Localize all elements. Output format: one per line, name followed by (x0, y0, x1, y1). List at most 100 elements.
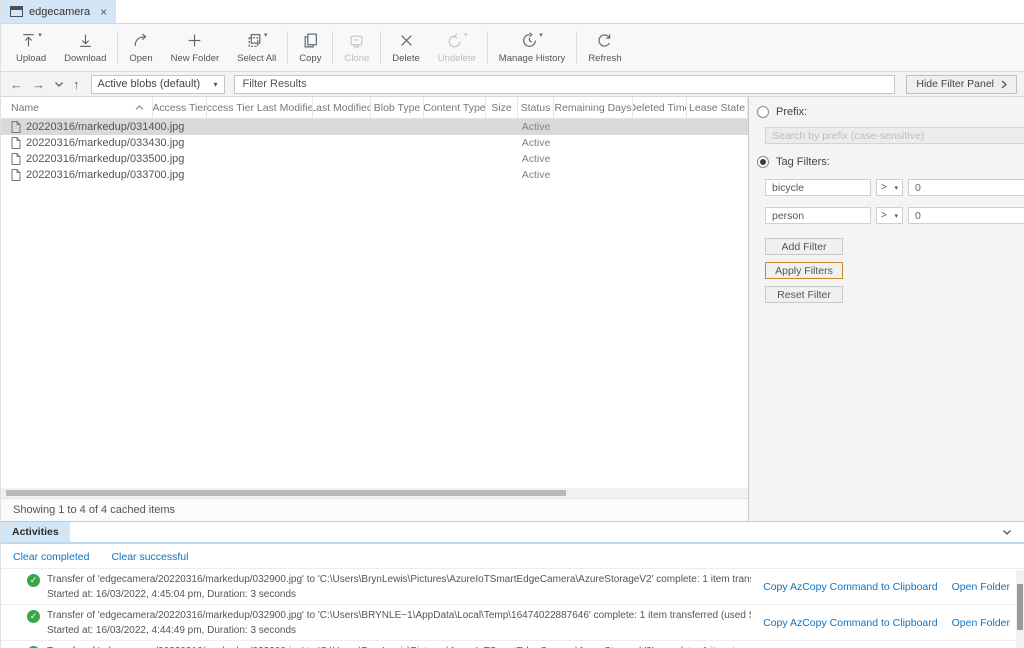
add-filter-button[interactable]: Add Filter (765, 238, 843, 255)
tag-value-input[interactable] (908, 179, 1024, 196)
toolbar-separator (576, 31, 577, 64)
copy-button[interactable]: Copy (290, 24, 330, 71)
open-folder-link[interactable]: Open Folder (952, 617, 1010, 629)
clone-label: Clone (344, 53, 369, 64)
horizontal-scrollbar[interactable] (1, 488, 748, 498)
tab-close-icon[interactable]: × (100, 5, 107, 19)
column-header-remaining-days[interactable]: Remaining Days (554, 97, 633, 118)
chevron-down-icon: ▾ (894, 184, 898, 192)
horizontal-scrollbar-thumb[interactable] (6, 490, 566, 496)
reset-filter-button[interactable]: Reset Filter (765, 286, 843, 303)
hide-filter-panel-label: Hide Filter Panel (916, 78, 994, 90)
table-row[interactable]: 20220316/markedup/031400.jpg Active (1, 119, 748, 135)
open-icon (132, 32, 149, 49)
column-header-last-modified[interactable]: Last Modified (313, 97, 371, 118)
forward-icon[interactable]: → (30, 78, 47, 91)
column-header-status[interactable]: Status (518, 97, 554, 118)
column-header-access-tier[interactable]: Access Tier (153, 97, 207, 118)
clear-completed-link[interactable]: Clear completed (13, 551, 89, 563)
column-header-content-type[interactable]: Content Type (424, 97, 486, 118)
dropdown-caret-icon: ▾ (38, 32, 42, 40)
copy-label: Copy (299, 53, 321, 64)
tag-filters-radio[interactable] (757, 156, 769, 168)
new-folder-button[interactable]: New Folder (162, 24, 229, 71)
open-folder-link[interactable]: Open Folder (952, 581, 1010, 593)
blob-status: Active (518, 137, 554, 149)
tab-title: edgecamera (29, 6, 90, 18)
up-icon[interactable]: ↑ (71, 78, 82, 91)
vertical-scrollbar-thumb[interactable] (1017, 584, 1023, 630)
upload-label: Upload (16, 53, 46, 64)
new-folder-label: New Folder (171, 53, 220, 64)
blob-list-panel: Name Access Tier Access Tier Last Modifi… (1, 97, 749, 521)
undelete-icon (446, 32, 463, 49)
vertical-scrollbar[interactable] (1016, 570, 1024, 648)
column-header-name[interactable]: Name (1, 97, 153, 118)
blob-name: 20220316/markedup/033700.jpg (26, 169, 184, 181)
toolbar-separator (332, 31, 333, 64)
dropdown-caret-icon: ▾ (264, 32, 268, 40)
refresh-button[interactable]: Refresh (579, 24, 630, 71)
tag-operator-dropdown[interactable]: > ▾ (876, 207, 903, 224)
column-header-deleted-time[interactable]: Deleted Time (633, 97, 687, 118)
tab-activities[interactable]: Activities (1, 522, 70, 542)
blob-view-dropdown[interactable]: Active blobs (default) ▾ (91, 75, 225, 94)
clear-successful-link[interactable]: Clear successful (111, 551, 188, 563)
delete-button[interactable]: Delete (383, 24, 428, 71)
activities-panel: Activities Clear completed Clear success… (1, 521, 1024, 648)
undelete-label: Undelete (438, 53, 476, 64)
success-check-icon: ✓ (27, 610, 40, 623)
hide-filter-panel-button[interactable]: Hide Filter Panel (906, 75, 1017, 94)
clone-icon (348, 32, 365, 49)
tag-filter-row: > ▾ (765, 207, 1024, 224)
activity-item: ✓ Transfer of 'edgecamera/20220316/marke… (1, 640, 1024, 648)
apply-filters-button[interactable]: Apply Filters (765, 262, 843, 279)
open-button[interactable]: Open (120, 24, 161, 71)
column-header-access-tier-last-modified[interactable]: Access Tier Last Modified (207, 97, 313, 118)
activity-started-at: Started at: 16/03/2022, 4:45:04 pm, Dura… (47, 589, 751, 600)
delete-icon (398, 32, 415, 49)
copy-icon (302, 32, 319, 49)
table-row[interactable]: 20220316/markedup/033430.jpg Active (1, 135, 748, 151)
tag-filters-label: Tag Filters: (776, 156, 830, 168)
column-header-blob-type[interactable]: Blob Type (371, 97, 424, 118)
storage-explorer-window: edgecamera × ▾ Upload Download Open New … (0, 0, 1024, 648)
file-icon (11, 153, 21, 165)
copy-azcopy-command-link[interactable]: Copy AzCopy Command to Clipboard (763, 617, 938, 629)
tag-name-input[interactable] (765, 207, 871, 224)
select-all-icon (246, 32, 263, 49)
table-header-row: Name Access Tier Access Tier Last Modifi… (1, 97, 748, 119)
filter-results-input[interactable] (234, 75, 896, 94)
toolbar-separator (117, 31, 118, 64)
download-button[interactable]: Download (55, 24, 115, 71)
tag-name-input[interactable] (765, 179, 871, 196)
tag-operator-value: > (881, 182, 887, 193)
refresh-icon (596, 32, 613, 49)
back-icon[interactable]: ← (8, 78, 25, 91)
filter-panel: Prefix: Tag Filters: > ▾ > ▾ (749, 97, 1024, 521)
toolbar-separator (287, 31, 288, 64)
table-row[interactable]: 20220316/markedup/033700.jpg Active (1, 167, 748, 183)
download-label: Download (64, 53, 106, 64)
table-body: 20220316/markedup/031400.jpg Active 2022… (1, 119, 748, 488)
manage-history-label: Manage History (499, 53, 566, 64)
undelete-button: ▾ Undelete (429, 24, 485, 71)
prefix-label: Prefix: (776, 106, 807, 118)
collapse-activities-icon[interactable] (990, 522, 1024, 542)
copy-azcopy-command-link[interactable]: Copy AzCopy Command to Clipboard (763, 581, 938, 593)
chevron-down-icon: ▾ (213, 80, 217, 89)
prefix-radio[interactable] (757, 106, 769, 118)
blob-status: Active (518, 121, 554, 133)
manage-history-icon (521, 32, 538, 49)
tag-value-input[interactable] (908, 207, 1024, 224)
select-all-button[interactable]: ▾ Select All (228, 24, 285, 71)
column-header-lease-state[interactable]: Lease State (687, 97, 748, 118)
tab-edgecamera[interactable]: edgecamera × (1, 0, 116, 23)
column-header-size[interactable]: Size (486, 97, 518, 118)
success-check-icon: ✓ (27, 574, 40, 587)
manage-history-button[interactable]: ▾ Manage History (490, 24, 575, 71)
upload-button[interactable]: ▾ Upload (7, 24, 55, 71)
tag-operator-dropdown[interactable]: > ▾ (876, 179, 903, 196)
chevron-down-icon[interactable] (52, 81, 66, 88)
table-row[interactable]: 20220316/markedup/033500.jpg Active (1, 151, 748, 167)
